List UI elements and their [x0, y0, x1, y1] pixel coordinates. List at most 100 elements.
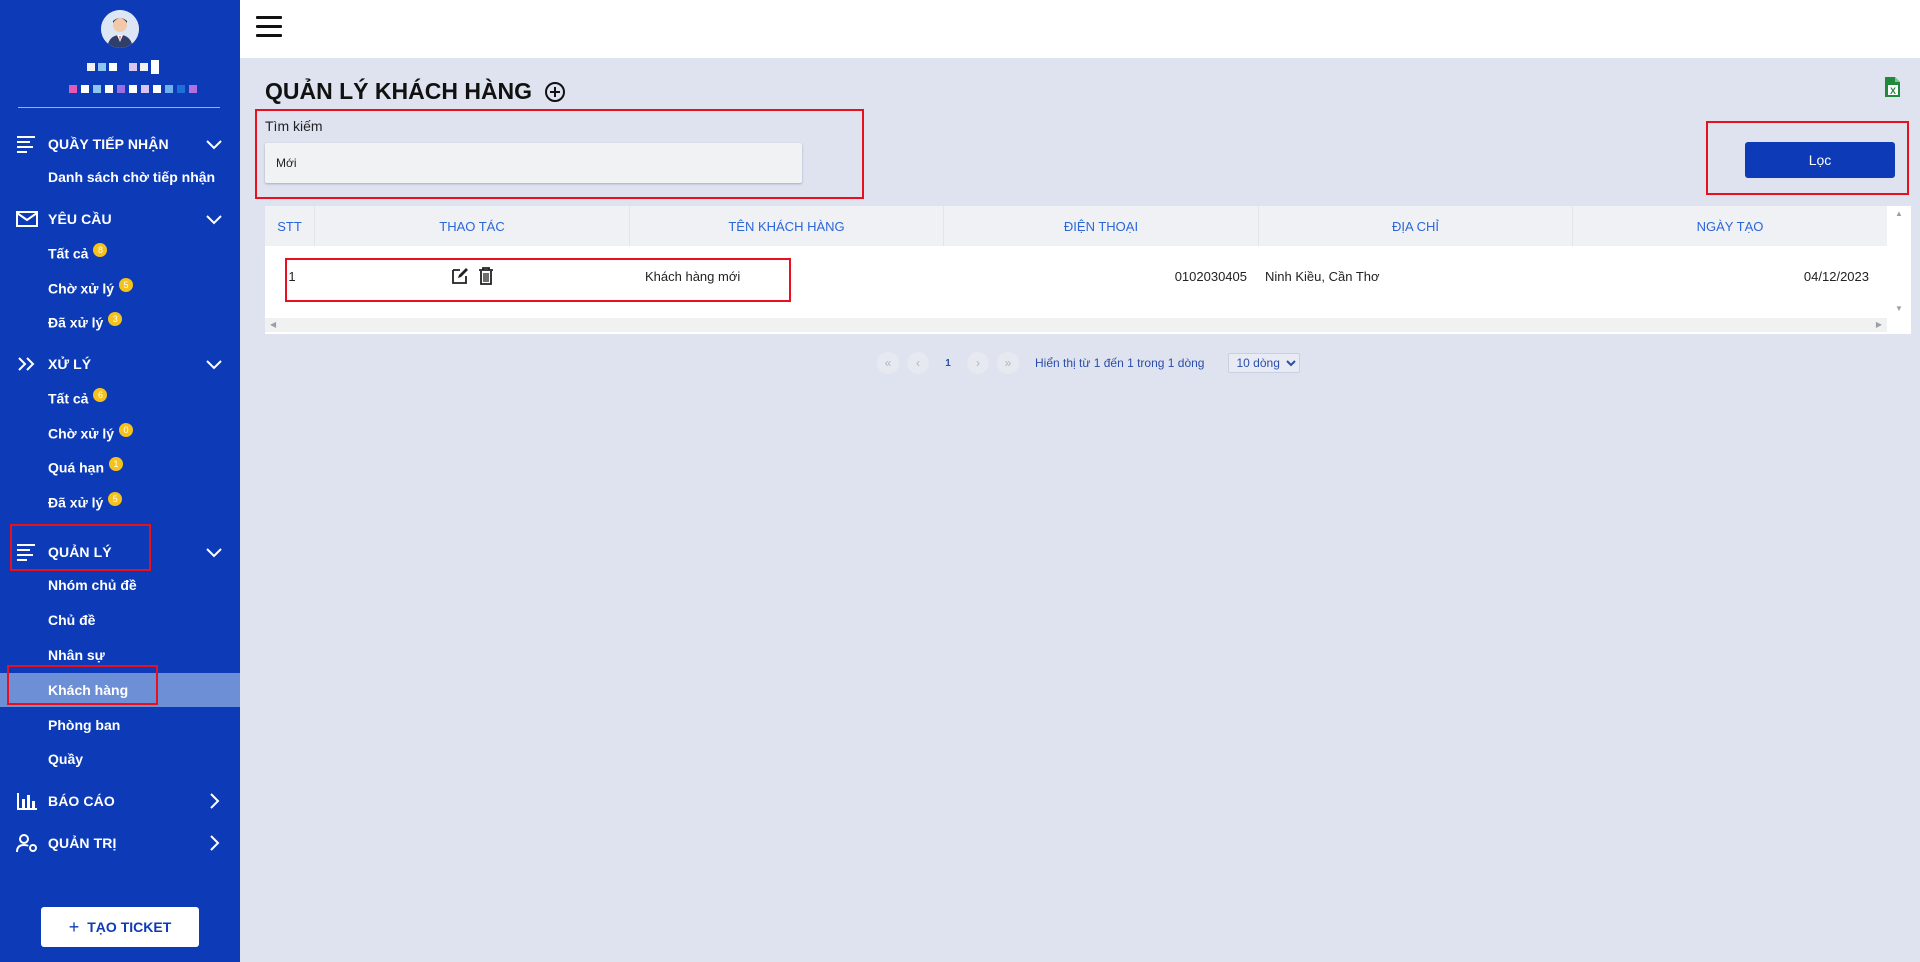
sidebar-item-khach-hang[interactable]: Khách hàng: [0, 673, 240, 707]
sidebar-item-text: Quá hạn 1: [48, 456, 124, 476]
section-yeu-cau[interactable]: YÊU CẦU: [0, 202, 240, 236]
current-page[interactable]: 1: [937, 352, 959, 374]
column-header-ten-khach-hang[interactable]: TÊN KHÁCH HÀNG: [630, 206, 944, 246]
sidebar-item-label: Nhóm chủ đề: [48, 577, 137, 593]
sidebar-item-yeu-cau-cho-xu-ly[interactable]: Chờ xử lý 5: [0, 270, 240, 304]
count-badge: 3: [108, 311, 123, 326]
next-page-button[interactable]: ›: [967, 352, 989, 374]
cell-address: Ninh Kiều, Cần Thơ: [1265, 268, 1380, 284]
sidebar-item-label: Quá hạn: [48, 459, 105, 476]
create-ticket-button[interactable]: + TẠO TICKET: [41, 907, 199, 947]
sidebar-item-quay[interactable]: Quầy: [0, 742, 240, 776]
section-label: BÁO CÁO: [48, 793, 115, 809]
sidebar-item-text: Đã xử lý 5: [48, 491, 123, 511]
sidebar-item-label: Chờ xử lý: [48, 280, 114, 297]
sidebar-item-label: Tất cả: [48, 390, 89, 407]
sidebar-item-danh-sach-cho-tiep-nhan[interactable]: Danh sách chờ tiếp nhận: [0, 160, 240, 194]
user-avatar[interactable]: [101, 10, 139, 48]
user-name-redacted: [80, 59, 165, 75]
sidebar-item-label: Danh sách chờ tiếp nhận: [48, 169, 216, 185]
section-quan-tri[interactable]: QUẢN TRỊ: [0, 826, 240, 860]
scroll-left-icon[interactable]: ◀: [270, 320, 276, 329]
prev-page-button[interactable]: ‹: [907, 352, 929, 374]
section-xu-ly[interactable]: XỬ LÝ: [0, 347, 240, 381]
count-badge: 8: [93, 242, 108, 257]
sidebar-item-label: Tất cả: [48, 245, 89, 262]
scroll-right-icon[interactable]: ▶: [1876, 320, 1882, 329]
sidebar-item-label: Khách hàng: [48, 682, 129, 698]
count-badge: 0: [119, 422, 133, 437]
column-header-ngay-tao[interactable]: NGÀY TẠO: [1573, 206, 1887, 246]
sidebar-item-text: Chờ xử lý 5: [48, 277, 133, 297]
table-row[interactable]: 1 Khách hàng mới 0102030405 Ninh Kiều, C…: [265, 246, 1887, 306]
sidebar-item-xu-ly-da-xu-ly[interactable]: Đã xử lý 5: [0, 484, 240, 518]
page-size-select[interactable]: 10 dòng: [1228, 353, 1301, 373]
excel-export-icon[interactable]: X: [1882, 76, 1902, 98]
sidebar-item-label: Chờ xử lý: [48, 425, 114, 442]
scroll-up-icon[interactable]: ▲: [1895, 209, 1903, 218]
hamburger-menu-icon[interactable]: [256, 16, 282, 38]
list-icon: [17, 136, 35, 153]
column-header-thao-tac[interactable]: THAO TÁC: [315, 206, 630, 246]
sidebar-item-label: Chủ đề: [48, 612, 96, 628]
user-settings-icon: [16, 834, 37, 853]
scroll-down-icon[interactable]: ▼: [1895, 304, 1903, 313]
list-icon: [17, 544, 35, 561]
plus-icon: +: [68, 916, 80, 937]
cell-spacer: [265, 246, 645, 306]
sidebar-divider: [18, 107, 220, 108]
sidebar-item-yeu-cau-da-xu-ly[interactable]: Đã xử lý 3: [0, 304, 240, 338]
column-header-stt[interactable]: STT: [265, 206, 315, 246]
section-label: QUẢN LÝ: [48, 544, 112, 560]
double-chevron-right-icon: [18, 357, 35, 371]
table-header: STT THAO TÁC TÊN KHÁCH HÀNG ĐIỆN THOẠI Đ…: [265, 206, 1887, 246]
first-page-button[interactable]: «: [877, 352, 899, 374]
pagination-info: Hiển thị từ 1 đến 1 trong 1 dòng: [1035, 356, 1205, 370]
count-badge: 6: [93, 387, 108, 402]
chevron-right-icon[interactable]: [205, 792, 223, 810]
sidebar-item-xu-ly-cho-xu-ly[interactable]: Chờ xử lý 0: [0, 415, 240, 449]
column-header-dia-chi[interactable]: ĐỊA CHỈ: [1259, 206, 1573, 246]
sidebar-item-xu-ly-qua-han[interactable]: Quá hạn 1: [0, 449, 240, 483]
section-label: YÊU CẦU: [48, 211, 112, 227]
section-quay-tiep-nhan[interactable]: QUẦY TIẾP NHẬN: [0, 127, 240, 161]
sidebar-item-label: Quầy: [48, 751, 84, 767]
sidebar-item-xu-ly-tat-ca[interactable]: Tất cả 6: [0, 380, 240, 414]
section-label: XỬ LÝ: [48, 356, 92, 372]
sidebar-item-label: Đã xử lý: [48, 314, 104, 331]
top-bar: [240, 0, 1920, 58]
bar-chart-icon: [17, 793, 37, 810]
count-badge: 1: [109, 456, 124, 471]
last-page-button[interactable]: »: [997, 352, 1019, 374]
chevron-right-icon[interactable]: [205, 834, 223, 852]
filter-button[interactable]: Lọc: [1745, 142, 1895, 178]
search-label: Tìm kiếm: [265, 118, 323, 134]
sidebar-item-nhom-chu-de[interactable]: Nhóm chủ đề: [0, 568, 240, 602]
chevron-down-icon[interactable]: [205, 210, 223, 228]
sidebar-item-nhan-su[interactable]: Nhân sự: [0, 638, 240, 672]
search-input[interactable]: [265, 143, 802, 183]
mail-icon: [16, 211, 38, 227]
column-header-dien-thoai[interactable]: ĐIỆN THOẠI: [944, 206, 1259, 246]
horizontal-scrollbar[interactable]: ◀ ▶: [265, 318, 1887, 332]
create-ticket-label: TẠO TICKET: [87, 919, 172, 935]
svg-text:X: X: [1890, 86, 1896, 96]
sidebar-item-text: Chờ xử lý 0: [48, 422, 133, 442]
count-badge: 5: [108, 491, 123, 506]
sidebar-item-phong-ban[interactable]: Phòng ban: [0, 708, 240, 742]
sidebar-item-yeu-cau-tat-ca[interactable]: Tất cả 8: [0, 235, 240, 269]
sidebar-item-text: Tất cả 8: [48, 242, 108, 262]
sidebar-item-label: Nhân sự: [48, 647, 105, 663]
chevron-down-icon[interactable]: [205, 355, 223, 373]
sidebar-item-chu-de[interactable]: Chủ đề: [0, 603, 240, 637]
section-quan-ly[interactable]: QUẢN LÝ: [0, 535, 240, 569]
cell-created-date: 04/12/2023: [1803, 268, 1869, 284]
section-bao-cao[interactable]: BÁO CÁO: [0, 784, 240, 818]
vertical-scrollbar[interactable]: ▲ ▼: [1889, 206, 1909, 318]
sidebar-item-label: Đã xử lý: [48, 494, 104, 511]
cell-name: Khách hàng mới: [645, 268, 741, 284]
chevron-down-icon[interactable]: [205, 543, 223, 561]
sidebar-item-text: Tất cả 6: [48, 387, 108, 407]
chevron-down-icon[interactable]: [205, 135, 223, 153]
add-circle-icon[interactable]: [544, 81, 566, 103]
